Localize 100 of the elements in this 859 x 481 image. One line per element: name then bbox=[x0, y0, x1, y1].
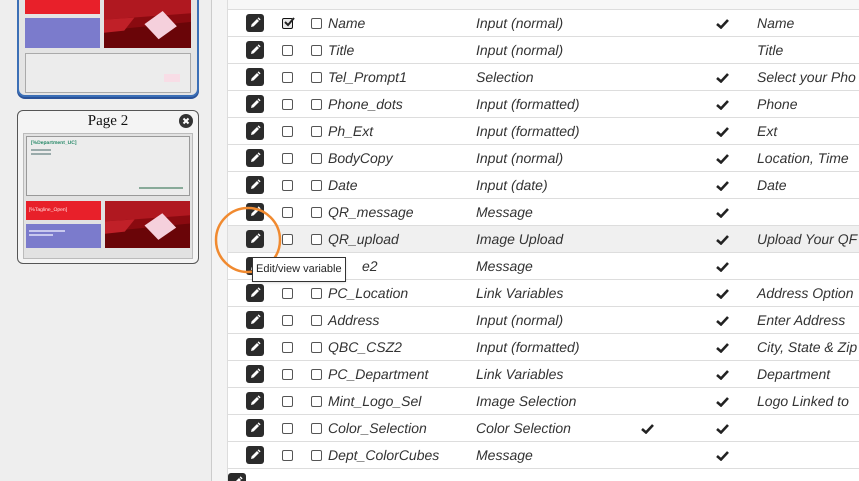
checkbox[interactable] bbox=[311, 152, 322, 164]
checkbox[interactable] bbox=[282, 98, 293, 110]
edit-button[interactable] bbox=[246, 176, 264, 194]
checkbox[interactable] bbox=[282, 368, 293, 380]
variable-name: Mint_Logo_Sel bbox=[328, 392, 422, 408]
checkbox[interactable] bbox=[282, 126, 293, 136]
edit-button[interactable] bbox=[246, 68, 264, 86]
pencil-icon bbox=[249, 98, 261, 110]
checkbox[interactable] bbox=[311, 72, 322, 82]
pencil-icon bbox=[249, 368, 261, 380]
variable-name: PC_Location bbox=[328, 284, 408, 300]
edit-button[interactable] bbox=[246, 419, 264, 437]
pencil-icon bbox=[249, 449, 261, 461]
checkbox[interactable] bbox=[282, 44, 293, 56]
pencil-icon bbox=[249, 287, 261, 299]
checkbox[interactable] bbox=[311, 98, 322, 110]
edit-button[interactable] bbox=[246, 14, 264, 32]
pencil-icon bbox=[249, 314, 261, 326]
variable-name: Name bbox=[328, 14, 366, 30]
checkbox[interactable] bbox=[282, 288, 293, 298]
variable-type: Input (date) bbox=[476, 176, 548, 192]
prompt-text: Address Option bbox=[757, 284, 854, 300]
variable-type: Input (formatted) bbox=[476, 338, 580, 354]
prompt-text: Ext bbox=[757, 122, 778, 138]
close-icon[interactable] bbox=[179, 114, 193, 128]
checkbox[interactable] bbox=[282, 180, 293, 190]
prompt-text: Department bbox=[757, 366, 830, 382]
edit-button[interactable] bbox=[246, 41, 264, 59]
pencil-icon bbox=[249, 422, 261, 434]
prompt-text: Location, Time bbox=[757, 150, 849, 166]
variable-name: Tel_Prompt1 bbox=[328, 68, 407, 84]
variable-name: Date bbox=[328, 176, 358, 192]
pencil-icon bbox=[249, 233, 261, 245]
variable-type: Input (formatted) bbox=[476, 122, 580, 138]
variable-name: QR_upload bbox=[328, 230, 399, 246]
checkbox[interactable] bbox=[311, 342, 322, 352]
pencil-icon bbox=[249, 71, 261, 83]
edit-button[interactable] bbox=[246, 230, 264, 248]
variable-type: Input (normal) bbox=[476, 42, 564, 58]
checkbox[interactable] bbox=[282, 396, 293, 406]
edit-button[interactable] bbox=[246, 284, 264, 302]
variable-type: Link Variables bbox=[476, 366, 564, 382]
checkbox[interactable] bbox=[311, 206, 322, 218]
tooltip: Edit/view variable bbox=[252, 257, 346, 282]
page-thumbnail[interactable] bbox=[17, 0, 199, 97]
checkbox[interactable] bbox=[282, 18, 293, 28]
variable-name: e2 bbox=[362, 258, 378, 274]
variable-type: Image Upload bbox=[476, 230, 564, 246]
table-row[interactable]: QR_upload Image Upload Upload Your QF bbox=[228, 225, 859, 252]
edit-button[interactable] bbox=[246, 311, 264, 329]
variable-name: Title bbox=[328, 42, 354, 58]
pencil-icon bbox=[249, 395, 261, 407]
variable-name: Phone_dots bbox=[328, 96, 403, 112]
prompt-text: Select your Pho bbox=[757, 68, 856, 84]
edit-button[interactable] bbox=[246, 338, 264, 356]
variable-type: Message bbox=[476, 258, 533, 274]
checkbox[interactable] bbox=[282, 72, 293, 82]
checkbox[interactable] bbox=[311, 234, 322, 244]
checkbox[interactable] bbox=[311, 180, 322, 190]
edit-button[interactable] bbox=[246, 95, 264, 113]
prompt-text: Phone bbox=[757, 96, 798, 112]
prompt-text: Date bbox=[757, 176, 787, 192]
variable-name: Color_Selection bbox=[328, 420, 427, 436]
checkbox[interactable] bbox=[282, 314, 293, 326]
edit-button[interactable] bbox=[246, 392, 264, 410]
checkbox[interactable] bbox=[282, 206, 293, 218]
variable-name: QBC_CSZ2 bbox=[328, 338, 402, 354]
variable-type: Color Selection bbox=[476, 420, 571, 436]
pencil-icon bbox=[249, 125, 261, 137]
checkbox[interactable] bbox=[282, 234, 293, 244]
pencil-icon bbox=[249, 179, 261, 191]
variable-type: Selection bbox=[476, 68, 534, 84]
checkbox[interactable] bbox=[311, 422, 322, 434]
checkbox[interactable] bbox=[311, 18, 322, 28]
checkbox[interactable] bbox=[311, 368, 322, 380]
variable-type: Message bbox=[476, 446, 533, 462]
variable-type: Link Variables bbox=[476, 284, 564, 300]
prompt-text: Upload Your QF bbox=[757, 230, 858, 246]
checkbox[interactable] bbox=[282, 450, 293, 460]
prompt-text: Name bbox=[757, 14, 794, 30]
edit-button[interactable] bbox=[246, 446, 264, 464]
edit-button[interactable] bbox=[246, 149, 264, 167]
checkbox[interactable] bbox=[311, 288, 322, 298]
pencil-icon bbox=[249, 152, 261, 164]
pencil-icon bbox=[249, 341, 261, 353]
checkbox[interactable] bbox=[311, 314, 322, 326]
edit-button[interactable] bbox=[246, 122, 264, 140]
variable-type: Image Selection bbox=[476, 392, 576, 408]
variable-type: Input (normal) bbox=[476, 150, 564, 166]
prompt-text: Title bbox=[757, 42, 784, 58]
checkbox[interactable] bbox=[282, 422, 293, 434]
pencil-icon bbox=[249, 44, 261, 56]
variable-type: Input (formatted) bbox=[476, 96, 580, 112]
checkbox[interactable] bbox=[311, 44, 322, 56]
checkbox[interactable] bbox=[311, 396, 322, 406]
checkbox[interactable] bbox=[282, 342, 293, 352]
checkbox[interactable] bbox=[311, 126, 322, 136]
checkbox[interactable] bbox=[282, 152, 293, 164]
checkbox[interactable] bbox=[311, 450, 322, 460]
edit-button[interactable] bbox=[246, 365, 264, 383]
